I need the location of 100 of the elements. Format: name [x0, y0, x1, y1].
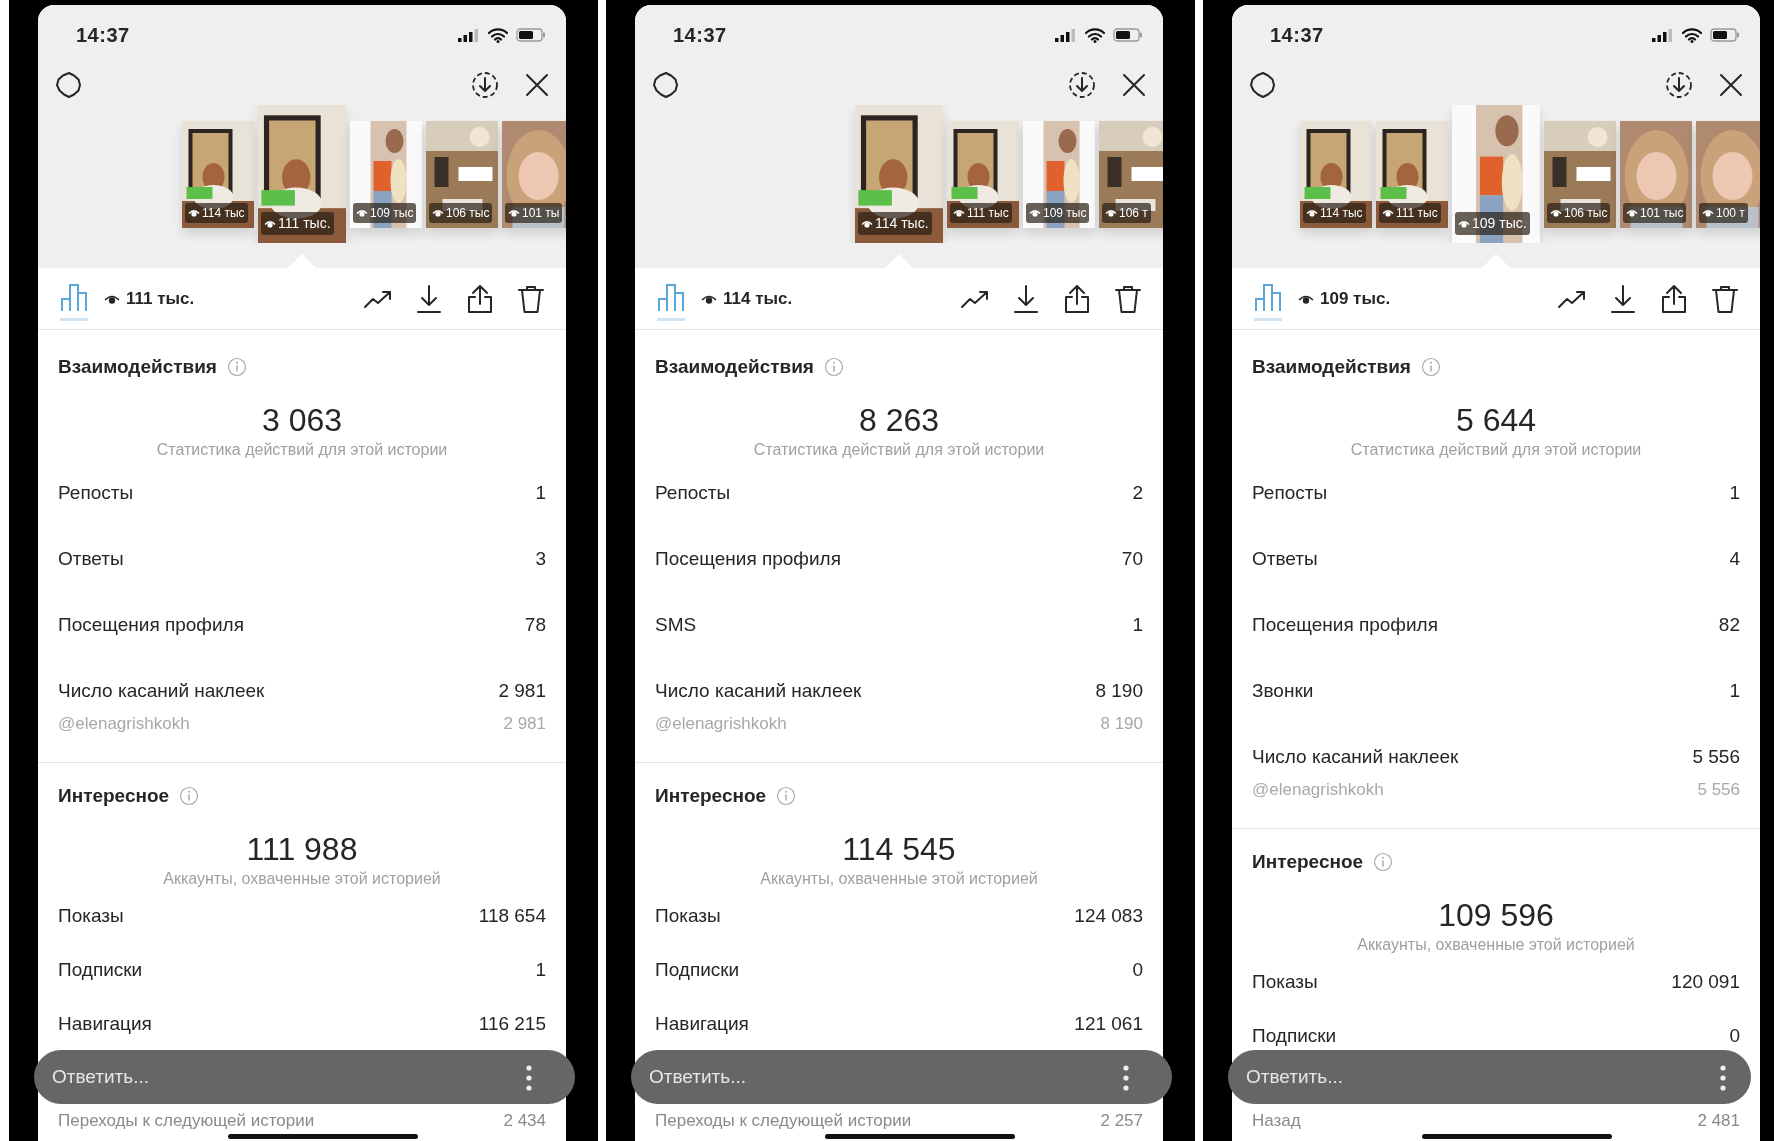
metric-value: 3 [535, 546, 546, 571]
metric-value: 78 [524, 612, 546, 637]
metric-value: 2 981 [498, 678, 546, 703]
story-thumbnail[interactable]: 106 т [1099, 120, 1163, 228]
metric-value: 0 [1132, 957, 1143, 982]
trash-icon[interactable] [516, 283, 546, 314]
eye-icon [508, 207, 520, 218]
settings-icon[interactable] [54, 70, 84, 100]
download-icon[interactable] [1011, 283, 1041, 314]
view-count: 114 тыс [1320, 204, 1363, 222]
info-icon [776, 786, 797, 806]
status-time: 14:37 [1270, 23, 1324, 48]
bar-chart-icon [60, 282, 88, 312]
story-thumbnail[interactable]: 101 тыс [1620, 120, 1692, 228]
metric-value: 1 [1132, 612, 1143, 637]
insights-tab[interactable] [60, 282, 88, 321]
info-icon [1420, 357, 1441, 377]
sticker-value: 8 190 [1100, 713, 1143, 736]
close-icon[interactable] [1718, 72, 1744, 98]
info-icon [1373, 852, 1394, 872]
share-icon[interactable] [465, 283, 495, 314]
eye-icon [1702, 207, 1714, 218]
reply-field[interactable]: Ответить... [1228, 1050, 1751, 1104]
close-icon[interactable] [524, 72, 550, 98]
metric-value: 0 [1729, 1023, 1740, 1048]
eye-icon [1029, 207, 1041, 218]
metric-label: Число касаний наклеек [655, 678, 862, 703]
signal-icon [1055, 28, 1077, 42]
metric-value: 124 083 [1074, 903, 1143, 928]
story-thumbnail[interactable]: 106 тыс [1544, 120, 1616, 228]
story-thumbnail[interactable]: 111 тыс [1376, 120, 1448, 228]
signal-icon [1652, 28, 1674, 42]
share-icon[interactable] [1659, 283, 1689, 314]
story-thumbnail[interactable]: 109 тыс [1023, 120, 1095, 228]
trash-icon[interactable] [1113, 283, 1143, 314]
close-icon[interactable] [1121, 72, 1147, 98]
reply-field[interactable]: Ответить... [34, 1050, 575, 1104]
story-thumbnail[interactable]: 109 тыс [350, 120, 422, 228]
share-icon[interactable] [1062, 283, 1092, 314]
trash-icon[interactable] [1710, 283, 1740, 314]
download-circle-icon[interactable] [470, 70, 500, 100]
status-time: 14:37 [76, 23, 130, 48]
story-thumbnail[interactable]: 114 тыс. [855, 105, 943, 243]
download-circle-icon[interactable] [1664, 70, 1694, 100]
section-title: Интересное [58, 784, 170, 808]
story-thumbnail[interactable]: 106 тыс [426, 120, 498, 228]
insights-tab[interactable] [1254, 282, 1282, 321]
total-value: 5 644 [1454, 401, 1538, 440]
bar-chart-icon [1254, 282, 1282, 312]
download-circle-icon[interactable] [1067, 70, 1097, 100]
metric-value: 1 [1729, 480, 1740, 505]
eye-icon [1105, 207, 1117, 218]
settings-icon[interactable] [1248, 70, 1278, 100]
wifi-icon [1682, 27, 1702, 43]
metric-label: Назад [1252, 1110, 1301, 1133]
total-caption: Статистика действий для этой истории [155, 440, 449, 460]
metric-label: Репосты [58, 480, 134, 505]
total-value: 114 545 [841, 830, 957, 869]
metric-label: Переходы к следующей истории [58, 1110, 315, 1133]
bar-chart-icon [657, 282, 685, 312]
eye-icon [264, 218, 276, 229]
metric-value: 120 091 [1671, 969, 1740, 994]
eye-icon [861, 218, 873, 229]
view-count: 114 тыс [202, 204, 245, 222]
more-options-icon[interactable] [1123, 1065, 1129, 1091]
download-icon[interactable] [414, 283, 444, 314]
metric-label: Навигация [58, 1011, 152, 1036]
eye-icon [1550, 207, 1562, 218]
story-thumbnail[interactable]: 114 тыс [182, 120, 254, 228]
view-count: 111 тыс. [126, 287, 195, 310]
total-value: 111 988 [245, 830, 359, 869]
download-icon[interactable] [1608, 283, 1638, 314]
insights-tab[interactable] [657, 282, 685, 321]
metric-value: 2 481 [1697, 1110, 1740, 1133]
eye-icon [188, 207, 200, 218]
metric-value: 2 257 [1100, 1110, 1143, 1133]
metric-value: 1 [535, 957, 546, 982]
metric-label: Посещения профиля [58, 612, 244, 637]
story-thumbnail[interactable]: 111 тыс [947, 120, 1019, 228]
view-count: 109 тыс. [1472, 214, 1527, 233]
reply-field[interactable]: Ответить... [631, 1050, 1172, 1104]
story-thumbnail[interactable]: 100 т [1696, 120, 1760, 228]
more-options-icon[interactable] [526, 1065, 532, 1091]
view-count: 106 т [1119, 204, 1148, 222]
battery-icon [1710, 28, 1740, 42]
view-count: 101 тыс [1640, 204, 1684, 222]
wifi-icon [488, 27, 508, 43]
story-thumbnail[interactable]: 101 ты [502, 120, 566, 228]
metric-label: Число касаний наклеек [58, 678, 265, 703]
settings-icon[interactable] [651, 70, 681, 100]
battery-icon [1113, 28, 1143, 42]
section-title: Интересное [655, 784, 767, 808]
story-thumbnail[interactable]: 111 тыс. [258, 105, 346, 243]
metric-label: Ответы [1252, 546, 1318, 571]
story-thumbnail[interactable]: 109 тыс. [1452, 105, 1540, 243]
metric-label: Показы [655, 903, 721, 928]
more-options-icon[interactable] [1720, 1065, 1726, 1091]
story-thumbnail[interactable]: 114 тыс [1300, 120, 1372, 228]
metric-value: 4 [1729, 546, 1740, 571]
status-time: 14:37 [673, 23, 727, 48]
